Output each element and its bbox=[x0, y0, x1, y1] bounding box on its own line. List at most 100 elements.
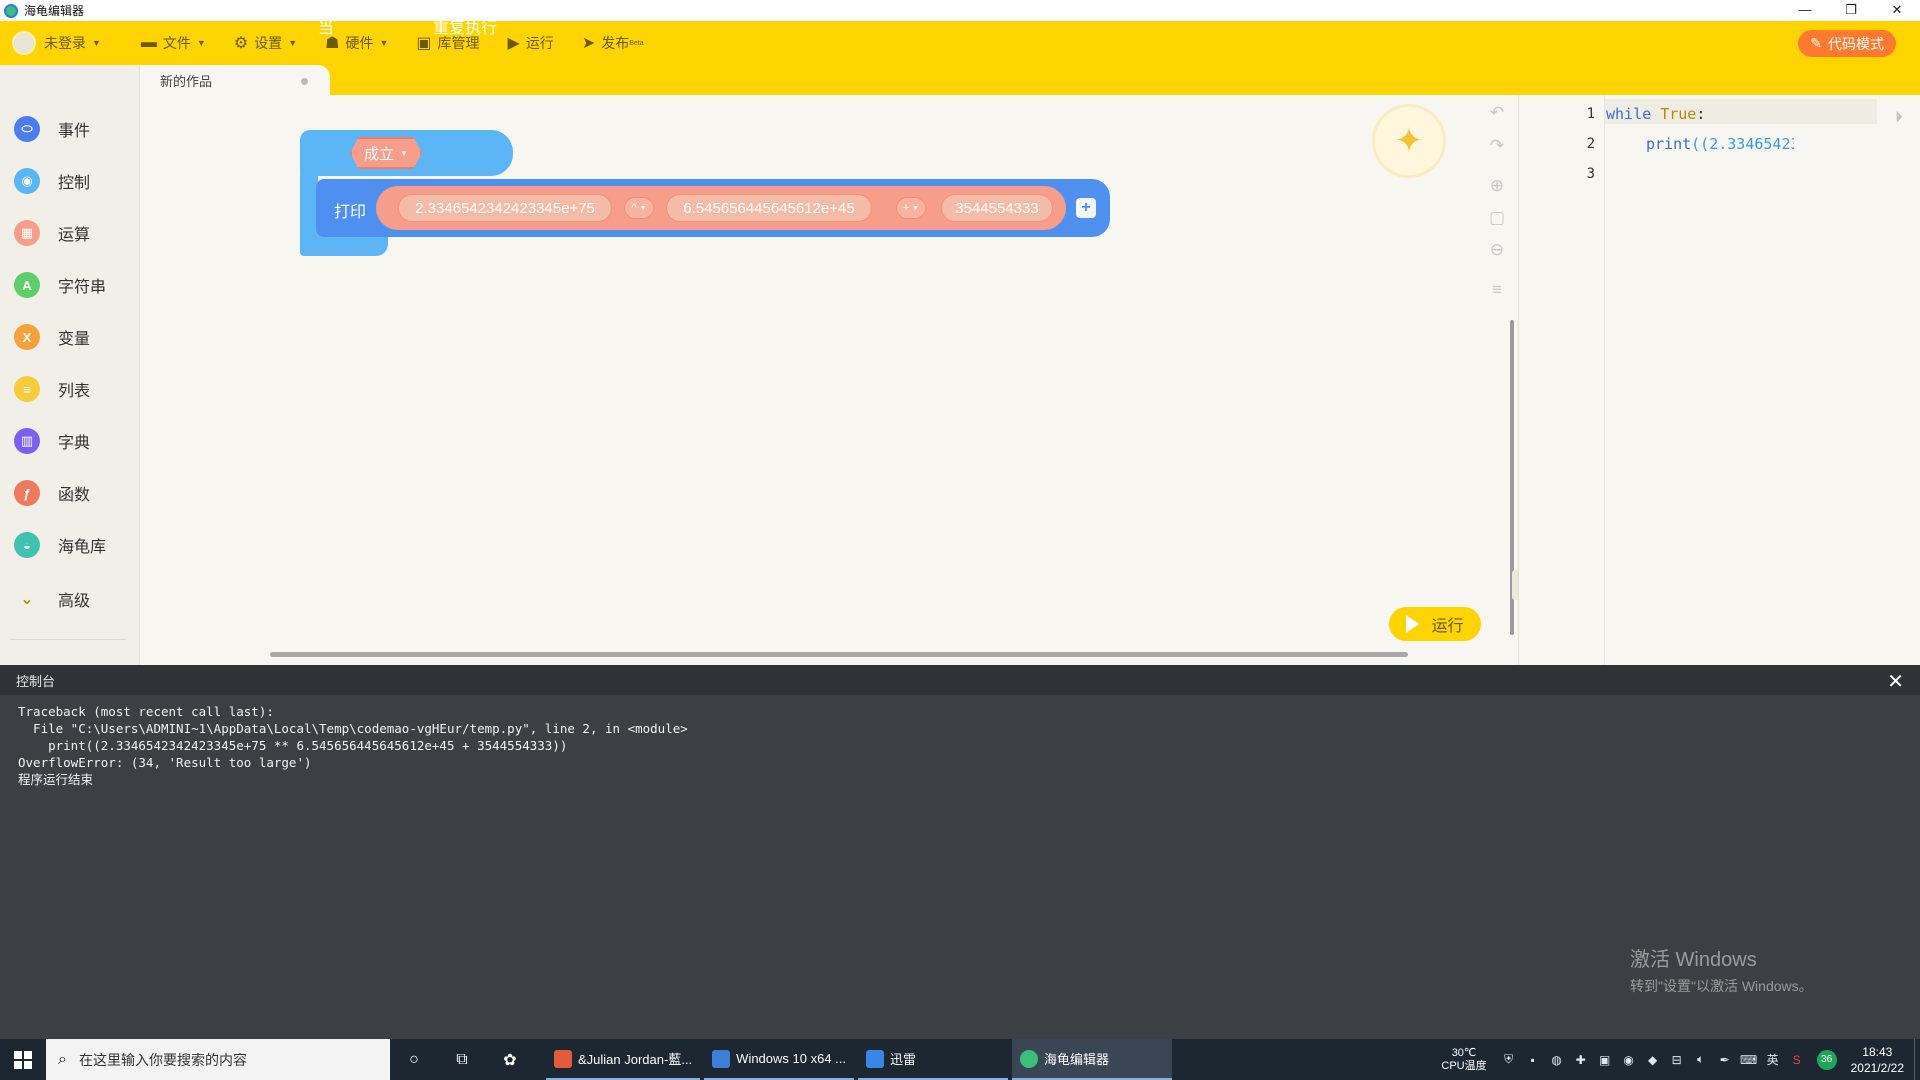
folder-icon: ▬ bbox=[140, 34, 157, 51]
taskbar-app-label: &Julian Jordan-藍... bbox=[578, 1052, 693, 1067]
operator-label: + bbox=[902, 202, 910, 214]
keyboard-icon[interactable]: ⌨ bbox=[1737, 1053, 1761, 1067]
tray-app-icon[interactable]: ▣ bbox=[1593, 1053, 1617, 1067]
vm-app-icon bbox=[712, 1049, 731, 1068]
operator-dropdown-1[interactable]: ^ ▼ bbox=[624, 197, 654, 219]
wechat-icon[interactable]: ◉ bbox=[1617, 1053, 1641, 1067]
tab-label: 新的作品 bbox=[160, 73, 213, 89]
turtle-icon: ◒ bbox=[14, 532, 40, 558]
sogou-icon[interactable]: S bbox=[1785, 1053, 1809, 1067]
calculator-icon: ▦ bbox=[14, 220, 40, 246]
tab-new-work[interactable]: 新的作品 bbox=[140, 65, 330, 95]
taskbar-app-label: Windows 10 x64 ... bbox=[736, 1051, 846, 1066]
sidebar-item-events[interactable]: ⬭ 事件 bbox=[14, 112, 90, 146]
chevron-down-icon: ▼ bbox=[639, 204, 647, 212]
notification-badge[interactable]: 36 bbox=[1816, 1049, 1837, 1070]
sidebar-item-control[interactable]: ◉ 控制 bbox=[14, 164, 90, 198]
system-tray: 30℃ CPU温度 ⛨ ▪ ◍ ✚ ▣ ◉ ◆ ⊟ 🔈︎ ✒ ⌨ 英 S 36 … bbox=[1441, 1039, 1920, 1080]
add-argument-button[interactable]: + bbox=[1076, 198, 1096, 218]
task-view-icon[interactable]: ⧉ bbox=[438, 1039, 486, 1080]
login-menu[interactable]: 未登录 ▼ bbox=[0, 21, 115, 65]
sidebar-item-advanced[interactable]: ⌄ 高级 bbox=[14, 582, 90, 616]
line-number: 3 bbox=[1586, 166, 1595, 182]
chevron-down-icon: ▼ bbox=[379, 38, 389, 48]
title-bar: 海龟编辑器 — ❐ ✕ bbox=[0, 0, 1920, 21]
operator-dropdown-2[interactable]: + ▼ bbox=[896, 197, 926, 219]
xunlei-tray-icon[interactable]: ◆ bbox=[1641, 1053, 1665, 1067]
sidebar-item-label: 控制 bbox=[58, 175, 91, 192]
publish-button[interactable]: ➤ 发布 Beta bbox=[568, 21, 658, 65]
app-icon bbox=[4, 3, 18, 18]
network-icon[interactable]: ⊟ bbox=[1665, 1053, 1689, 1067]
volume-icon[interactable]: 🔈︎ bbox=[1689, 1052, 1713, 1067]
zoom-out-icon[interactable]: ⊖ bbox=[1486, 239, 1508, 261]
sidebar-item-strings[interactable]: A 字符串 bbox=[14, 268, 106, 302]
play-circle-icon: ▶ bbox=[507, 35, 520, 52]
ime-indicator[interactable]: 英 bbox=[1761, 1051, 1785, 1068]
sidebar-item-turtle-library[interactable]: ◒ 海龟库 bbox=[14, 528, 106, 562]
canvas-horizontal-scrollbar[interactable] bbox=[270, 652, 1408, 657]
login-label: 未登录 bbox=[44, 35, 86, 51]
file-menu[interactable]: ▬ 文件 ▼ bbox=[127, 21, 220, 65]
sidebar-item-label: 海龟库 bbox=[58, 539, 107, 556]
gear-icon: ⚙ bbox=[233, 35, 249, 52]
restore-button[interactable]: ❐ bbox=[1828, 0, 1874, 21]
settings-menu[interactable]: ⚙ 设置 ▼ bbox=[220, 21, 311, 65]
sidebar-item-variables[interactable]: X 变量 bbox=[14, 320, 90, 354]
close-icon[interactable]: ✕ bbox=[1887, 669, 1904, 694]
repeat-label: 重复执行 bbox=[433, 20, 498, 37]
clock[interactable]: 18:43 2021/2/22 bbox=[1851, 1044, 1904, 1076]
cpu-temp: 30℃ CPU温度 bbox=[1441, 1047, 1486, 1073]
sidebar-item-dictionaries[interactable]: ▥ 字典 bbox=[14, 424, 90, 458]
paper-plane-icon: ➤ bbox=[581, 35, 596, 52]
show-desktop-button[interactable] bbox=[1914, 1039, 1920, 1080]
sidebar-item-label: 运算 bbox=[58, 227, 91, 244]
security-icon[interactable]: ✚ bbox=[1569, 1053, 1593, 1067]
sidebar-item-functions[interactable]: ƒ 函数 bbox=[14, 476, 90, 510]
undo-icon[interactable]: ↶ bbox=[1486, 102, 1508, 124]
taskbar-app-vm[interactable]: Windows 10 x64 ... bbox=[704, 1039, 854, 1080]
chevron-down-icon: ▼ bbox=[400, 148, 408, 158]
taskbar-app-music[interactable]: &Julian Jordan-藍... bbox=[546, 1039, 701, 1080]
code-editor[interactable]: 1 2 3 while True: print((2.3346542342423… bbox=[1518, 95, 1920, 665]
list-icon: ≡ bbox=[14, 376, 40, 402]
align-icon[interactable]: ≡ bbox=[1486, 279, 1508, 301]
book-icon: ▥ bbox=[14, 428, 40, 454]
code-mode-button[interactable]: ✎ 代码模式 bbox=[1798, 30, 1896, 57]
pen-icon[interactable]: ✒ bbox=[1713, 1053, 1737, 1067]
condition-label: 成立 bbox=[364, 145, 395, 163]
number-input-3[interactable]: 3544554333 bbox=[941, 194, 1053, 222]
code-line-1: while True: bbox=[1606, 105, 1705, 123]
sidebar-item-lists[interactable]: ≡ 列表 bbox=[14, 372, 90, 406]
close-button[interactable]: ✕ bbox=[1874, 0, 1920, 21]
number-input-2[interactable]: 6.545656445645612e+45 bbox=[666, 194, 872, 222]
taskbar-search-box[interactable]: ⌕ 在这里输入你要搜索的内容 bbox=[46, 1039, 390, 1080]
number-input-1[interactable]: 2.3346542342423345e+75 bbox=[398, 194, 612, 222]
run-menu-button[interactable]: ▶ 运行 bbox=[494, 21, 568, 65]
print-label: 打印 bbox=[334, 204, 367, 221]
shield-icon[interactable]: ⛨ bbox=[1497, 1052, 1521, 1067]
collapse-panel-icon[interactable]: ⏵ bbox=[1895, 109, 1903, 127]
run-label: 运行 bbox=[525, 35, 554, 51]
taskbar-app-xunlei[interactable]: 迅雷 bbox=[858, 1039, 1008, 1080]
redo-icon[interactable]: ↷ bbox=[1486, 135, 1508, 157]
cortana-icon[interactable]: ○ bbox=[390, 1039, 438, 1080]
windows-taskbar: ⌕ 在这里输入你要搜索的内容 ○ ⧉ ✿ &Julian Jordan-藍...… bbox=[0, 1039, 1920, 1080]
minimize-button[interactable]: — bbox=[1782, 0, 1828, 21]
cpu-temp-value: 30℃ bbox=[1451, 1046, 1477, 1059]
nvidia-icon[interactable]: ▪ bbox=[1521, 1053, 1545, 1067]
function-print: print bbox=[1646, 135, 1692, 153]
zoom-reset-icon[interactable]: ▢ bbox=[1486, 207, 1508, 229]
condition-dropdown[interactable]: 成立 ▼ bbox=[350, 137, 422, 169]
sidebar-item-operators[interactable]: ▦ 运算 bbox=[14, 216, 90, 250]
music-app-icon bbox=[554, 1049, 572, 1068]
vip-bird-logo[interactable]: ✦ bbox=[1372, 104, 1446, 178]
taskbar-app-turtle-editor[interactable]: 海龟编辑器 bbox=[1012, 1039, 1172, 1080]
start-button[interactable] bbox=[0, 1039, 46, 1080]
zoom-in-icon[interactable]: ⊕ bbox=[1486, 175, 1508, 197]
hardware-label: 硬件 bbox=[345, 35, 374, 51]
run-button[interactable]: 运行 bbox=[1389, 607, 1481, 641]
sidebar-item-label: 字符串 bbox=[58, 279, 107, 296]
pinned-app-icon[interactable]: ✿ bbox=[486, 1039, 534, 1080]
cloud-icon[interactable]: ◍ bbox=[1545, 1053, 1569, 1067]
